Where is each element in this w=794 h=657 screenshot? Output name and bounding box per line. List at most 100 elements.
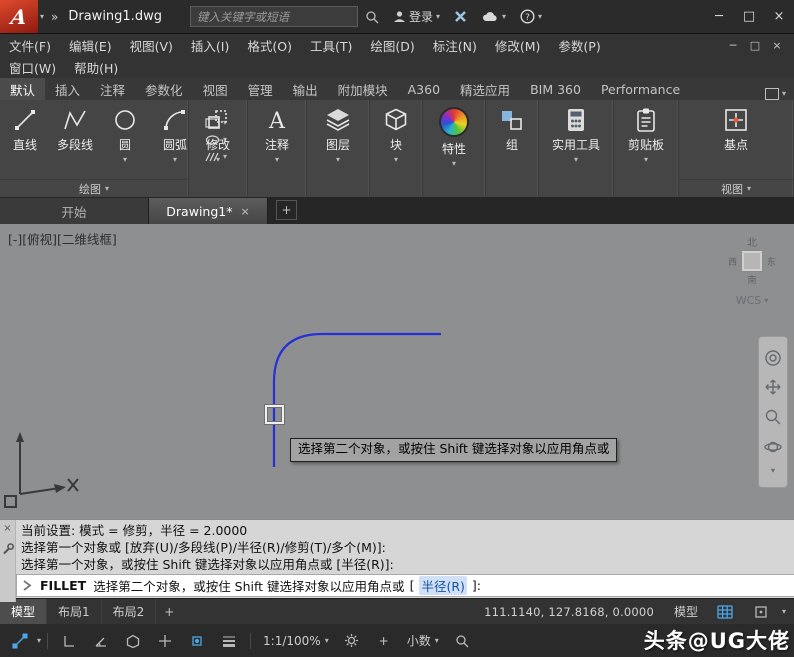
- chevron-down-icon[interactable]: ▾: [452, 160, 456, 168]
- base-point-button[interactable]: 基点: [711, 100, 761, 179]
- menu-format[interactable]: 格式(O): [238, 34, 301, 56]
- new-drawing-button[interactable]: +: [276, 200, 297, 220]
- menu-tools[interactable]: 工具(T): [301, 34, 361, 56]
- utilities-button[interactable]: 实用工具 ▾: [539, 100, 613, 197]
- file-tab-start[interactable]: 开始: [0, 198, 149, 224]
- viewcube-face[interactable]: [741, 250, 763, 272]
- chevron-down-icon[interactable]: ▾: [336, 156, 340, 164]
- chevron-down-icon[interactable]: ▾: [394, 156, 398, 164]
- infer-constraints-icon[interactable]: [5, 629, 35, 653]
- menu-edit[interactable]: 编辑(E): [60, 34, 121, 56]
- help-button[interactable]: ? ▾: [520, 9, 542, 24]
- radius-option-button[interactable]: 半径(R): [419, 576, 466, 595]
- view-panel-label[interactable]: 视图▾: [679, 179, 793, 197]
- tab-output[interactable]: 输出: [283, 78, 328, 100]
- layout-tab-model[interactable]: 模型: [0, 599, 47, 624]
- doc-restore-button[interactable]: □: [744, 35, 766, 55]
- settings-gear-icon[interactable]: [337, 629, 367, 653]
- menu-draw[interactable]: 绘图(D): [361, 34, 423, 56]
- tab-view[interactable]: 视图: [193, 78, 238, 100]
- close-tab-icon[interactable]: ×: [240, 205, 249, 218]
- command-input-line[interactable]: FILLET 选择第二个对象，或按住 Shift 键选择对象以应用角点或 [半径…: [16, 574, 794, 597]
- menu-window[interactable]: 窗口(W): [0, 56, 65, 78]
- file-tab-drawing1[interactable]: Drawing1* ×: [149, 198, 268, 224]
- chevron-down-icon[interactable]: ▾: [216, 156, 220, 164]
- menu-modify[interactable]: 修改(M): [486, 34, 550, 56]
- clipboard-button[interactable]: 剪贴板 ▾: [614, 100, 678, 197]
- menu-dimension[interactable]: 标注(N): [424, 34, 486, 56]
- block-button[interactable]: 块 ▾: [370, 100, 422, 197]
- layout-tab-layout2[interactable]: 布局2: [102, 599, 157, 624]
- close-button[interactable]: ×: [764, 0, 794, 33]
- units-dropdown[interactable]: 小数▾: [401, 632, 445, 649]
- tab-addins[interactable]: 附加模块: [328, 78, 398, 100]
- zoom-icon[interactable]: [764, 408, 782, 426]
- sign-in-button[interactable]: 登录 ▾: [393, 8, 440, 25]
- menu-help[interactable]: 帮助(H): [65, 56, 127, 78]
- snap-mode-icon[interactable]: [746, 600, 776, 624]
- a360-cloud-button[interactable]: ▾: [481, 11, 506, 23]
- menu-file[interactable]: 文件(F): [0, 34, 60, 56]
- customize-wrench-icon[interactable]: [2, 543, 14, 555]
- ribbon-display-toggle[interactable]: ▾: [765, 88, 786, 100]
- menu-parametric[interactable]: 参数(P): [549, 34, 609, 56]
- tab-insert[interactable]: 插入: [45, 78, 90, 100]
- viewcube-east-label[interactable]: 东: [767, 255, 776, 268]
- annotation-button[interactable]: A 注释 ▾: [248, 100, 306, 197]
- circle-button[interactable]: 圆 ▾: [100, 100, 150, 179]
- chevron-down-icon[interactable]: ▾: [37, 637, 41, 645]
- minimize-button[interactable]: ─: [704, 0, 734, 33]
- orbit-icon[interactable]: [764, 438, 782, 456]
- modify-button[interactable]: 修改 ▾: [189, 100, 247, 197]
- chevron-down-icon[interactable]: ▾: [173, 156, 177, 164]
- chevron-down-icon[interactable]: ▾: [40, 13, 44, 21]
- wcs-dropdown[interactable]: WCS▾: [720, 294, 784, 307]
- doc-minimize-button[interactable]: ─: [722, 35, 744, 55]
- osnap-tracking-icon[interactable]: [150, 629, 180, 653]
- maximize-button[interactable]: □: [734, 0, 764, 33]
- annotation-autoscale-icon[interactable]: +: [369, 629, 399, 653]
- grid-toggle-icon[interactable]: [710, 600, 740, 624]
- chevron-down-icon[interactable]: ▾: [782, 608, 786, 616]
- quick-measure-icon[interactable]: [447, 629, 477, 653]
- object-snap-icon[interactable]: [182, 629, 212, 653]
- chevron-down-icon[interactable]: ▾: [644, 156, 648, 164]
- polar-tracking-icon[interactable]: [86, 629, 116, 653]
- layers-button[interactable]: 图层 ▾: [307, 100, 369, 197]
- chevron-down-icon[interactable]: ▾: [123, 156, 127, 164]
- search-input[interactable]: [195, 9, 353, 25]
- application-menu-button[interactable]: A: [0, 0, 38, 33]
- exchange-apps-icon[interactable]: [454, 10, 467, 23]
- properties-button[interactable]: 特性 ▾: [423, 100, 485, 197]
- navigation-wheel-icon[interactable]: [764, 349, 782, 367]
- chevron-down-icon[interactable]: ▾: [574, 156, 578, 164]
- draw-panel-label[interactable]: 绘图▾: [0, 179, 188, 197]
- lineweight-icon[interactable]: [214, 629, 244, 653]
- tab-bim360[interactable]: BIM 360: [520, 78, 591, 100]
- tab-manage[interactable]: 管理: [238, 78, 283, 100]
- viewcube[interactable]: 北 西 东 南 WCS▾: [720, 234, 784, 307]
- model-space-toggle[interactable]: 模型: [668, 603, 704, 620]
- navbar-chevron-icon[interactable]: ▾: [771, 467, 775, 475]
- menu-insert[interactable]: 插入(I): [182, 34, 238, 56]
- group-button[interactable]: 组: [486, 100, 538, 197]
- tab-home[interactable]: 默认: [0, 78, 45, 100]
- ortho-mode-icon[interactable]: [54, 629, 84, 653]
- viewcube-north-label[interactable]: 北: [720, 234, 784, 249]
- viewcube-west-label[interactable]: 西: [728, 255, 737, 268]
- close-icon[interactable]: ×: [3, 524, 11, 534]
- doc-close-button[interactable]: ×: [766, 35, 788, 55]
- drawing-canvas[interactable]: [-][俯视][二维线框] 选择第二个对象，或按住 Shift 键选择对象以应用…: [0, 224, 794, 519]
- menu-view[interactable]: 视图(V): [121, 34, 182, 56]
- polyline-button[interactable]: 多段线: [50, 100, 100, 179]
- annotation-scale-button[interactable]: 1:1/100%▾: [257, 634, 335, 648]
- new-layout-button[interactable]: +: [156, 605, 182, 619]
- tab-parametric[interactable]: 参数化: [135, 78, 193, 100]
- tab-performance[interactable]: Performance: [591, 78, 690, 100]
- tab-featured-apps[interactable]: 精选应用: [450, 78, 520, 100]
- line-button[interactable]: 直线: [0, 100, 50, 179]
- tab-a360[interactable]: A360: [398, 78, 450, 100]
- tab-annotate[interactable]: 注释: [90, 78, 135, 100]
- chevron-down-icon[interactable]: ▾: [275, 156, 279, 164]
- viewcube-south-label[interactable]: 南: [720, 273, 784, 286]
